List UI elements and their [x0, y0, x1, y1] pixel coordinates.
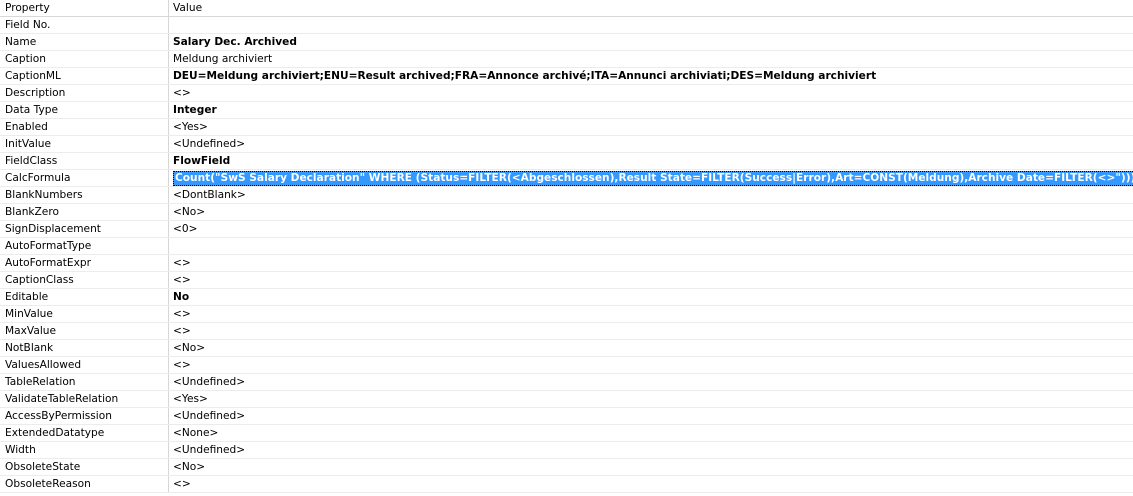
property-value[interactable]: No — [169, 289, 1133, 305]
property-value[interactable]: <> — [169, 357, 1133, 373]
property-row[interactable]: CaptionML DEU=Meldung archiviert;ENU=Resu… — [0, 68, 1133, 85]
property-row[interactable]: Description <> — [0, 85, 1133, 102]
property-value[interactable]: <Undefined> — [169, 442, 1133, 458]
property-value[interactable]: DEU=Meldung archiviert;ENU=Result archiv… — [169, 68, 1133, 84]
property-row[interactable]: Data Type Integer — [0, 102, 1133, 119]
property-row[interactable]: Enabled <Yes> — [0, 119, 1133, 136]
property-value[interactable]: Integer — [169, 102, 1133, 118]
property-row[interactable]: NotBlank <No> — [0, 340, 1133, 357]
property-value[interactable] — [169, 17, 1133, 33]
property-value[interactable]: <Undefined> — [169, 374, 1133, 390]
property-row[interactable]: MaxValue <> — [0, 323, 1133, 340]
property-value[interactable]: <Undefined> — [169, 136, 1133, 152]
property-row[interactable]: Name Salary Dec. Archived — [0, 34, 1133, 51]
property-row[interactable]: AccessByPermission <Undefined> — [0, 408, 1133, 425]
property-name: FieldClass — [0, 153, 169, 169]
property-row[interactable]: Field No. — [0, 17, 1133, 34]
property-name: Description — [0, 85, 169, 101]
property-row[interactable]: AutoFormatExpr <> — [0, 255, 1133, 272]
property-name: AutoFormatExpr — [0, 255, 169, 271]
property-name: ObsoleteState — [0, 459, 169, 475]
property-name: Data Type — [0, 102, 169, 118]
property-row[interactable]: TableRelation <Undefined> — [0, 374, 1133, 391]
property-row[interactable]: ValidateTableRelation <Yes> — [0, 391, 1133, 408]
property-value[interactable]: Salary Dec. Archived — [169, 34, 1133, 50]
property-value[interactable]: <> — [169, 255, 1133, 271]
property-name: TableRelation — [0, 374, 169, 390]
property-row[interactable]: ExtendedDatatype <None> — [0, 425, 1133, 442]
property-value[interactable]: Meldung archiviert — [169, 51, 1133, 67]
property-name: BlankZero — [0, 204, 169, 220]
property-value[interactable]: <> — [169, 272, 1133, 288]
property-row[interactable]: MinValue <> — [0, 306, 1133, 323]
property-row[interactable]: Editable No — [0, 289, 1133, 306]
property-row[interactable]: ValuesAllowed <> — [0, 357, 1133, 374]
property-row[interactable]: Width <Undefined> — [0, 442, 1133, 459]
selected-value-text[interactable]: Count("SwS Salary Declaration" WHERE (St… — [173, 171, 1133, 186]
property-name: Name — [0, 34, 169, 50]
property-grid: Property Value Field No. Name Salary Dec. … — [0, 0, 1133, 496]
property-row[interactable]: FieldClass FlowField — [0, 153, 1133, 170]
property-name: AccessByPermission — [0, 408, 169, 424]
column-header-value[interactable]: Value — [169, 0, 1133, 16]
property-row[interactable]: Caption Meldung archiviert — [0, 51, 1133, 68]
property-value[interactable]: <No> — [169, 340, 1133, 356]
property-name: MinValue — [0, 306, 169, 322]
property-name: InitValue — [0, 136, 169, 152]
header-row: Property Value — [0, 0, 1133, 17]
property-name: ValidateTableRelation — [0, 391, 169, 407]
property-value[interactable]: <> — [169, 306, 1133, 322]
property-name: MaxValue — [0, 323, 169, 339]
property-name: Editable — [0, 289, 169, 305]
property-name: Width — [0, 442, 169, 458]
property-row[interactable]: BlankNumbers <DontBlank> — [0, 187, 1133, 204]
property-value[interactable]: <Undefined> — [169, 408, 1133, 424]
property-name: SignDisplacement — [0, 221, 169, 237]
property-row[interactable]: BlankZero <No> — [0, 204, 1133, 221]
property-name: AutoFormatType — [0, 238, 169, 254]
property-name: CalcFormula — [0, 170, 169, 186]
property-name: Enabled — [0, 119, 169, 135]
property-name: ExtendedDatatype — [0, 425, 169, 441]
property-name: ObsoleteReason — [0, 476, 169, 492]
property-value[interactable]: <No> — [169, 204, 1133, 220]
property-value[interactable]: <> — [169, 323, 1133, 339]
property-row[interactable]: AutoFormatType — [0, 238, 1133, 255]
property-value[interactable]: FlowField — [169, 153, 1133, 169]
property-row[interactable]: InitValue <Undefined> — [0, 136, 1133, 153]
property-value[interactable]: <No> — [169, 459, 1133, 475]
property-value[interactable]: <> — [169, 85, 1133, 101]
property-row[interactable]: CaptionClass <> — [0, 272, 1133, 289]
property-row[interactable]: CalcFormula Count("SwS Salary Declaration… — [0, 170, 1133, 187]
property-name: BlankNumbers — [0, 187, 169, 203]
property-name: CaptionML — [0, 68, 169, 84]
property-name: NotBlank — [0, 340, 169, 356]
property-value[interactable]: Count("SwS Salary Declaration" WHERE (St… — [169, 170, 1133, 186]
property-value[interactable]: <None> — [169, 425, 1133, 441]
property-name: CaptionClass — [0, 272, 169, 288]
property-value[interactable]: <> — [169, 476, 1133, 492]
property-row[interactable]: ObsoleteReason <> — [0, 476, 1133, 493]
property-name: Caption — [0, 51, 169, 67]
property-name: ValuesAllowed — [0, 357, 169, 373]
column-header-property[interactable]: Property — [0, 0, 169, 16]
property-row[interactable]: ObsoleteState <No> — [0, 459, 1133, 476]
property-value[interactable]: <DontBlank> — [169, 187, 1133, 203]
property-name: Field No. — [0, 17, 169, 33]
property-value[interactable]: <Yes> — [169, 391, 1133, 407]
property-row[interactable]: SignDisplacement <0> — [0, 221, 1133, 238]
property-value[interactable]: <Yes> — [169, 119, 1133, 135]
property-value[interactable] — [169, 238, 1133, 254]
property-value[interactable]: <0> — [169, 221, 1133, 237]
